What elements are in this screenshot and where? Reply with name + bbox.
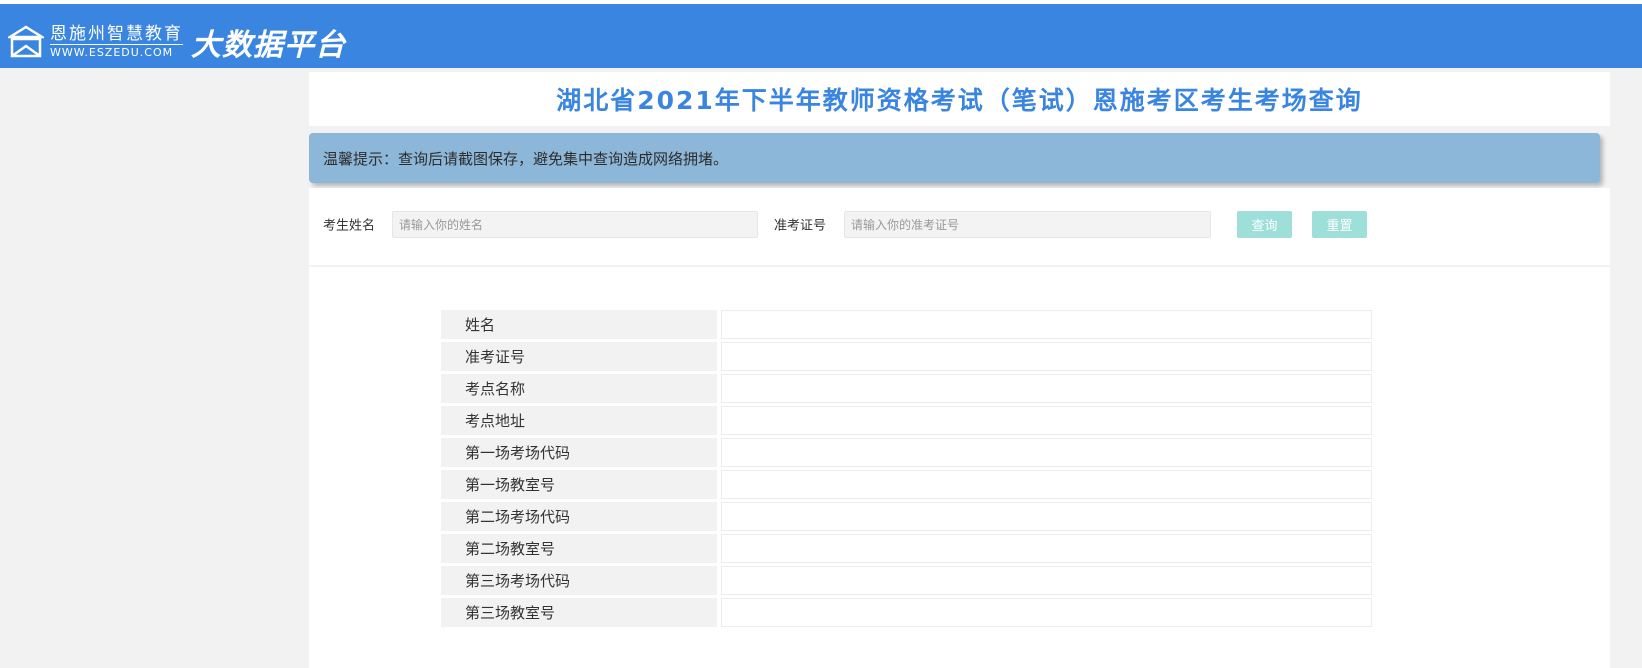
ticket-label: 准考证号 [774,218,827,234]
result-field-label: 准考证号 [441,342,717,371]
reset-button[interactable]: 重置 [1312,211,1367,238]
result-field-value [721,534,1372,563]
result-row: 第三场教室号 [441,598,1372,627]
result-field-value [721,566,1372,595]
house-logo-icon [8,25,44,58]
result-row: 第二场考场代码 [441,502,1372,531]
result-field-label: 第一场教室号 [441,470,717,499]
result-row: 第一场考场代码 [441,438,1372,467]
ticket-number-input[interactable] [844,211,1211,238]
result-field-label: 第二场教室号 [441,534,717,563]
result-field-label: 考点地址 [441,406,717,435]
logo-chinese-name: 恩施州智慧教育 [50,24,183,44]
result-row: 第三场考场代码 [441,566,1372,595]
logo-url: WWW.ESZEDU.COM [50,44,183,60]
result-field-label: 第三场教室号 [441,598,717,627]
logo-tagline: 大数据平台 [191,28,346,63]
name-input[interactable] [392,211,758,238]
site-logo[interactable]: 恩施州智慧教育 WWW.ESZEDU.COM 大数据平台 [8,20,346,64]
title-panel: 湖北省2021年下半年教师资格考试（笔试）恩施考区考生考场查询 [309,72,1610,126]
result-field-value [721,598,1372,627]
result-row: 第二场教室号 [441,534,1372,563]
result-field-label: 第一场考场代码 [441,438,717,467]
result-row: 姓名 [441,310,1372,339]
logo-text: 恩施州智慧教育 WWW.ESZEDU.COM [50,24,183,60]
result-field-label: 姓名 [441,310,717,339]
result-field-value [721,502,1372,531]
result-field-value [721,406,1372,435]
tip-banner: 温馨提示：查询后请截图保存，避免集中查询造成网络拥堵。 [309,133,1600,183]
name-label: 考生姓名 [323,218,376,234]
query-form: 考生姓名 准考证号 查询 重置 [309,188,1610,265]
result-field-value [721,438,1372,467]
result-row: 第一场教室号 [441,470,1372,499]
page-title: 湖北省2021年下半年教师资格考试（笔试）恩施考区考生考场查询 [556,86,1363,115]
result-row: 考点名称 [441,374,1372,403]
result-field-value [721,342,1372,371]
result-field-label: 考点名称 [441,374,717,403]
query-button[interactable]: 查询 [1237,211,1292,238]
result-row: 考点地址 [441,406,1372,435]
result-row: 准考证号 [441,342,1372,371]
result-field-label: 第三场考场代码 [441,566,717,595]
top-header-bar: 恩施州智慧教育 WWW.ESZEDU.COM 大数据平台 [0,0,1642,68]
result-field-value [721,470,1372,499]
result-field-value [721,310,1372,339]
result-field-value [721,374,1372,403]
result-panel: 姓名准考证号考点名称考点地址第一场考场代码 第一场教室号 第二场考场代码 第二场教室号… [309,267,1610,668]
result-field-label: 第二场考场代码 [441,502,717,531]
result-table: 姓名准考证号考点名称考点地址第一场考场代码 第一场教室号 第二场考场代码 第二场教室号… [441,307,1372,630]
